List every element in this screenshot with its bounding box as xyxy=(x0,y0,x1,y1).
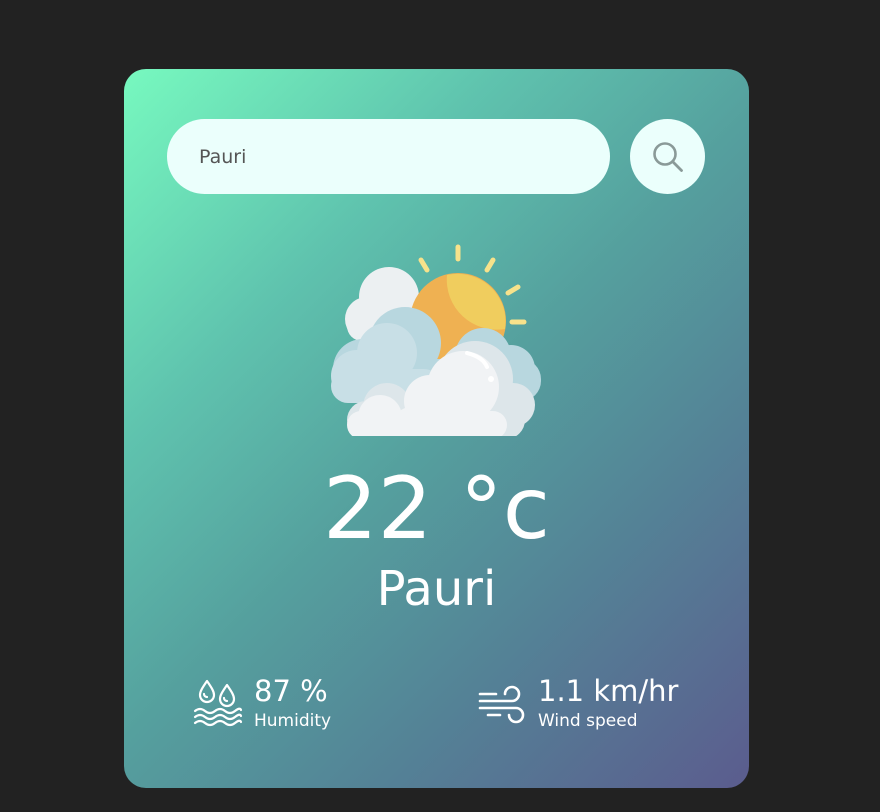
humidity-detail: 87 % Humidity xyxy=(192,674,331,732)
humidity-value: 87 % xyxy=(254,674,328,708)
humidity-icon xyxy=(193,679,243,727)
city-search-input[interactable] xyxy=(167,119,610,194)
search-icon xyxy=(652,141,683,172)
partly-cloudy-sun-icon xyxy=(331,244,541,436)
temperature: 22 °c xyxy=(322,459,551,559)
search-button[interactable] xyxy=(630,119,705,194)
wind-icon xyxy=(478,685,525,724)
wind-value: 1.1 km/hr xyxy=(538,674,679,708)
humidity-label: Humidity xyxy=(254,711,332,731)
wind-detail: 1.1 km/hr Wind speed xyxy=(476,674,678,732)
city-name: Pauri xyxy=(376,561,497,617)
wind-label: Wind speed xyxy=(538,711,638,731)
weather-card: 22 °c Pauri 87 % Humidity xyxy=(124,69,749,788)
